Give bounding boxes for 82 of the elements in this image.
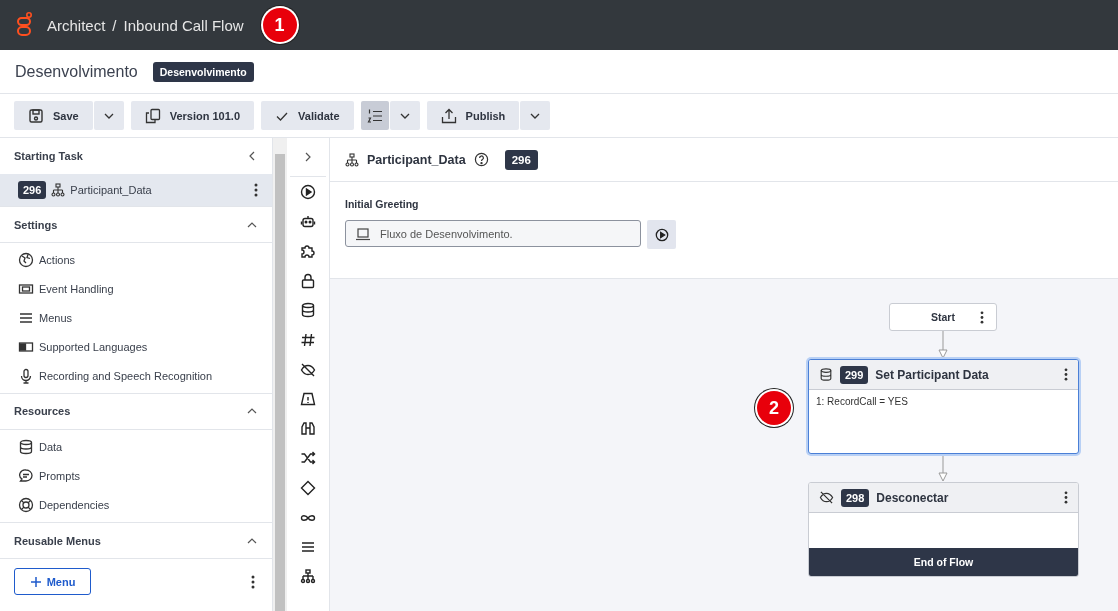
task-number: 296 [504,149,538,170]
more-icon[interactable] [254,183,258,197]
logo-icon [16,12,34,38]
microphone-icon [18,367,34,384]
section-heading: Starting Task [14,150,83,162]
eye-off-icon [819,490,834,505]
connector-arrow [938,454,948,482]
more-icon[interactable] [1064,491,1068,504]
robot-icon[interactable] [300,213,316,230]
sidebar-item[interactable]: Dependencies [0,490,272,520]
play-icon[interactable] [300,184,316,200]
hierarchy-icon [345,152,359,167]
sidebar-item[interactable]: Recording and Speech Recognition [0,361,272,390]
play-icon [654,227,669,242]
sidebar-item[interactable]: Data [0,433,272,462]
more-icon[interactable] [251,574,255,589]
list-view-button[interactable] [360,101,389,130]
upload-icon [440,107,457,124]
database-icon[interactable] [300,302,316,319]
sidebar-item[interactable]: Event Handling [0,274,272,304]
hierarchy-icon[interactable] [300,568,316,585]
help-icon[interactable] [473,152,489,167]
play-button[interactable] [647,220,676,249]
shuffle-icon[interactable] [300,450,316,467]
starting-task-item[interactable]: 296 Participant_Data [0,174,272,206]
laptop-icon [355,227,371,241]
hierarchy-icon [51,183,66,197]
database-icon [18,439,34,456]
field-label: Initial Greeting [345,198,420,210]
node-title: Set Participant Data [875,367,990,382]
task-number: 296 [18,181,47,199]
diamond-icon[interactable] [300,479,316,496]
environment-badge: Desenvolvimento [152,61,254,82]
sidebar-item[interactable]: Prompts [0,461,272,491]
section-heading: Settings [14,218,58,231]
dropdown-button[interactable] [93,101,124,130]
lifebuoy-icon [18,496,34,513]
node-detail: 1: RecordCall = YES [816,396,909,407]
toolbar-button[interactable]: Save [14,101,93,130]
breadcrumb-current: Inbound Call Flow [123,16,244,34]
section-heading: Reusable Menus [14,534,101,547]
scrollbar[interactable] [273,138,287,611]
start-node[interactable]: Start [889,303,997,331]
globe-icon [18,252,34,269]
sidebar-item[interactable]: Supported Languages [0,332,272,362]
breadcrumb-link[interactable]: Architect [47,16,106,34]
save-icon [28,107,44,124]
toolbar-button[interactable]: Validate [261,101,354,130]
numbered-list-icon [366,107,383,124]
plus-icon [29,575,42,588]
add-menu-button[interactable]: Menu [14,568,91,596]
eye-off-icon[interactable] [300,361,316,378]
more-icon[interactable] [1064,368,1068,381]
binoculars-icon[interactable] [300,420,316,437]
dropdown-button[interactable] [520,101,551,130]
hash-icon[interactable] [300,331,316,348]
chat-icon [18,468,34,485]
node-number: 299 [840,365,869,384]
sidebar-item[interactable]: Actions [0,246,272,275]
copy-icon [144,107,161,124]
connector-arrow [938,331,948,359]
breadcrumb-separator: / [112,16,117,34]
callout-marker: 1 [262,8,297,42]
action-node[interactable]: 299 Set Participant Data 1: RecordCall = YES [808,359,1079,454]
toolbar-button[interactable]: Version 101.0 [130,101,255,130]
greeting-input-field[interactable]: Fluxo de Desenvolvimento. [345,220,641,247]
sidebar-item[interactable]: Menus [0,303,272,333]
toolbar-button[interactable]: Publish [426,101,520,130]
callout-marker: 2 [757,391,791,425]
task-title: Participant_Data [367,152,466,167]
node-number: 298 [841,488,870,507]
warning-icon[interactable] [300,391,316,408]
lock-icon[interactable] [300,272,316,289]
flow-title: Desenvolvimento [15,62,138,81]
action-node[interactable]: 298 Desconectar End of Flow [808,482,1079,577]
more-icon[interactable] [980,310,984,324]
menu-icon [18,310,34,326]
end-of-flow-bar: End of Flow [809,548,1078,576]
section-heading: Resources [14,405,71,418]
puzzle-icon[interactable] [300,243,316,260]
node-title: Desconectar [876,490,950,505]
database-icon [819,367,833,382]
